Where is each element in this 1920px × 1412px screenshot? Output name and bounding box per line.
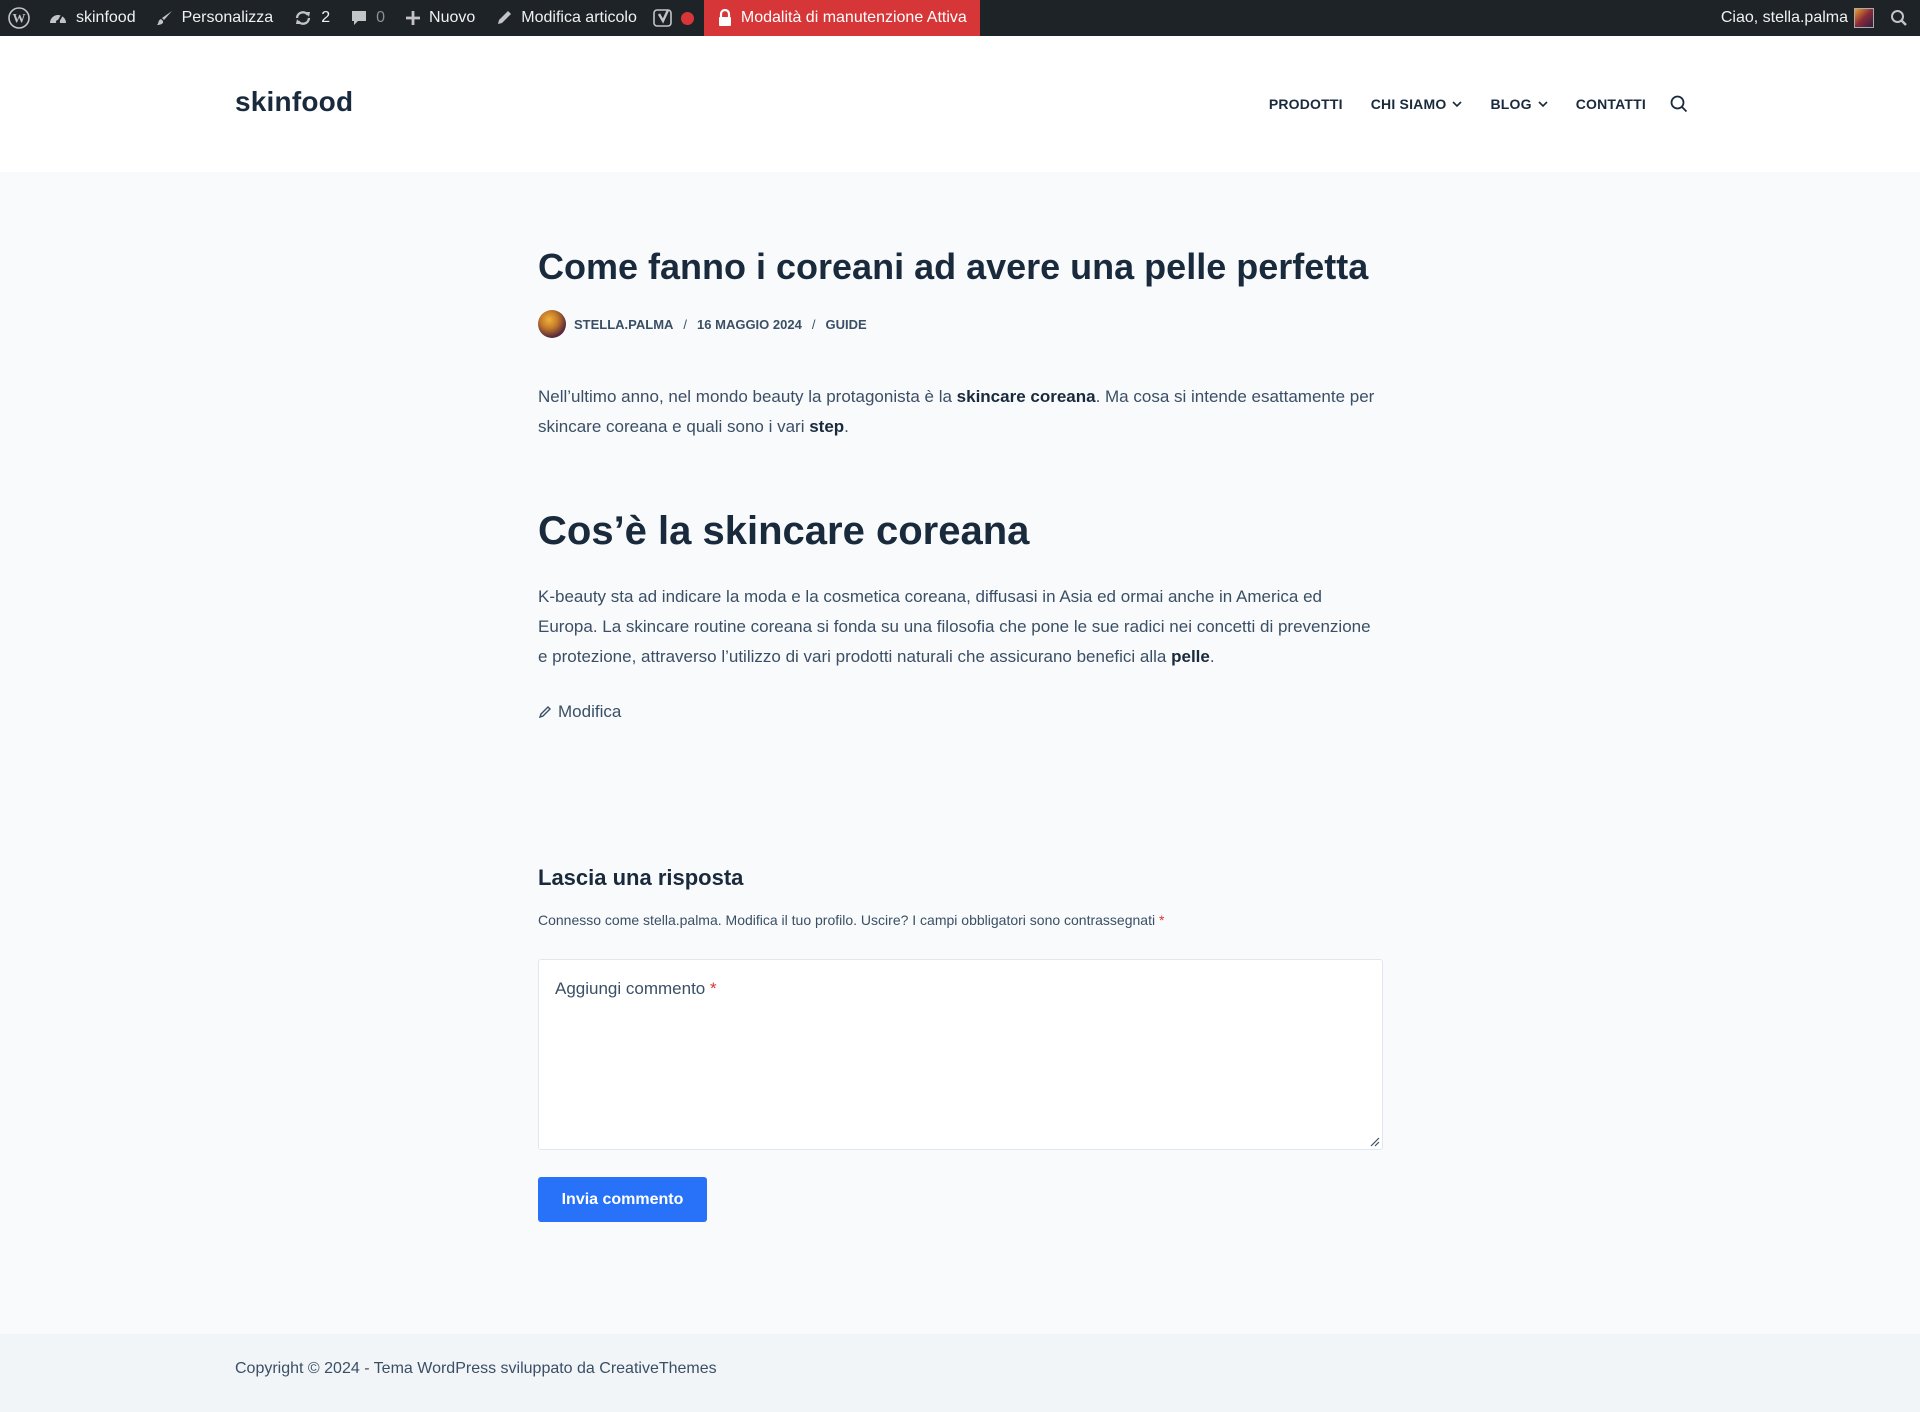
edit-post-menu[interactable]: Modifica articolo [485,0,647,36]
nav-item-contatti[interactable]: CONTATTI [1576,96,1646,112]
site-footer: Copyright © 2024 - Tema WordPress svilup… [0,1334,1920,1412]
logged-in-text: Connesso come stella.palma. Modifica il … [538,912,1156,928]
body-paragraph: K-beauty sta ad indicare la moda e la co… [538,582,1383,672]
nav-item-label: CHI SIAMO [1370,96,1447,112]
category-link[interactable]: GUIDE [825,317,866,332]
new-content-menu[interactable]: Nuovo [395,0,485,36]
logged-in-notice: Connesso come stella.palma. Modifica il … [538,912,1164,928]
comment-bubble-icon [350,9,368,27]
dashboard-icon [48,9,68,27]
refresh-icon [293,9,313,27]
red-dot-icon [680,11,694,25]
nav-item-prodotti[interactable]: PRODOTTI [1269,96,1343,112]
meta-separator: / [811,316,816,332]
site-header: skinfood PRODOTTI CHI SIAMO BLOG CONTATT… [0,36,1920,172]
paragraph-text: . [844,417,849,436]
brush-icon [156,9,174,27]
admin-bar: W skinfood Personalizza 2 0 Nuovo Modifi… [0,0,1920,36]
chevron-down-icon [1452,100,1463,108]
pencil-icon [495,9,513,27]
search-icon[interactable] [1670,95,1688,113]
post-meta: STELLA.PALMA / 16 MAGGIO 2024 / GUIDE [538,310,867,338]
paragraph-text: . [1209,647,1215,666]
user-account-menu[interactable]: Ciao, stella.palma [1711,0,1882,36]
required-mark: * [1158,912,1165,928]
meta-separator: / [683,316,688,332]
author-avatar[interactable] [538,310,566,338]
edit-link-label: Modifica [558,702,622,721]
updates-menu[interactable]: 2 [283,0,340,36]
comment-textarea[interactable]: Aggiungi commento * [538,959,1383,1150]
nav-item-label: CONTATTI [1575,96,1646,112]
post-title: Come fanno i coreani ad avere una pelle … [538,246,1369,287]
updates-count: 2 [321,9,331,26]
user-avatar [1854,8,1874,28]
submit-comment-button[interactable]: Invia commento [538,1177,707,1222]
comments-menu[interactable]: 0 [340,0,395,36]
wordpress-menu[interactable]: W [0,0,38,36]
site-name-label: skinfood [76,9,136,26]
post-date: 16 MAGGIO 2024 [697,316,802,332]
reply-title: Lascia una risposta [538,865,744,890]
yoast-icon [653,8,673,28]
copyright-text: Copyright © 2024 - Tema WordPress svilup… [235,1360,717,1377]
placeholder-text: Aggiungi commento [555,979,706,998]
yoast-menu[interactable] [647,0,700,36]
main-navigation: PRODOTTI CHI SIAMO BLOG CONTATTI [1241,36,1920,172]
search-icon [1890,9,1908,27]
wordpress-icon: W [8,7,30,29]
new-content-label: Nuovo [429,9,476,26]
section-heading: Cos’è la skincare coreana [538,509,1030,553]
site-name-menu[interactable]: skinfood [38,0,146,36]
comment-placeholder: Aggiungi commento * [555,979,717,999]
bold-text: pelle [1171,647,1210,666]
nav-item-label: PRODOTTI [1268,96,1343,112]
chevron-down-icon [1538,100,1548,108]
nav-item-label: BLOG [1490,96,1532,112]
paragraph-text: K-beauty sta ad indicare la moda e la co… [538,587,1371,666]
edit-post-link[interactable]: Modifica [538,702,621,722]
resize-handle-icon[interactable] [1368,1135,1380,1147]
nav-item-chi-siamo[interactable]: CHI SIAMO [1371,96,1463,112]
bold-text: step [809,417,845,436]
svg-text:W: W [13,11,26,26]
maintenance-label: Modalità di manutenzione Attiva [740,9,967,26]
plus-icon [405,10,421,26]
author-link[interactable]: STELLA.PALMA [574,317,673,332]
admin-search[interactable] [1882,0,1920,36]
site-title[interactable]: skinfood [235,86,353,118]
comments-count: 0 [376,9,386,26]
required-mark: * [710,979,717,998]
intro-paragraph: Nell’ultimo anno, nel mondo beauty la pr… [538,382,1383,442]
lock-icon [717,9,733,27]
greeting-label: Ciao, stella.palma [1720,9,1848,26]
bold-text: skincare coreana [956,387,1096,406]
pencil-icon [538,705,552,719]
nav-item-blog[interactable]: BLOG [1490,96,1548,112]
customize-menu[interactable]: Personalizza [146,0,284,36]
paragraph-text: Nell’ultimo anno, nel mondo beauty la pr… [538,387,957,406]
maintenance-mode-badge[interactable]: Modalità di manutenzione Attiva [703,0,980,36]
customize-label: Personalizza [181,9,274,26]
edit-post-label: Modifica articolo [521,9,637,26]
